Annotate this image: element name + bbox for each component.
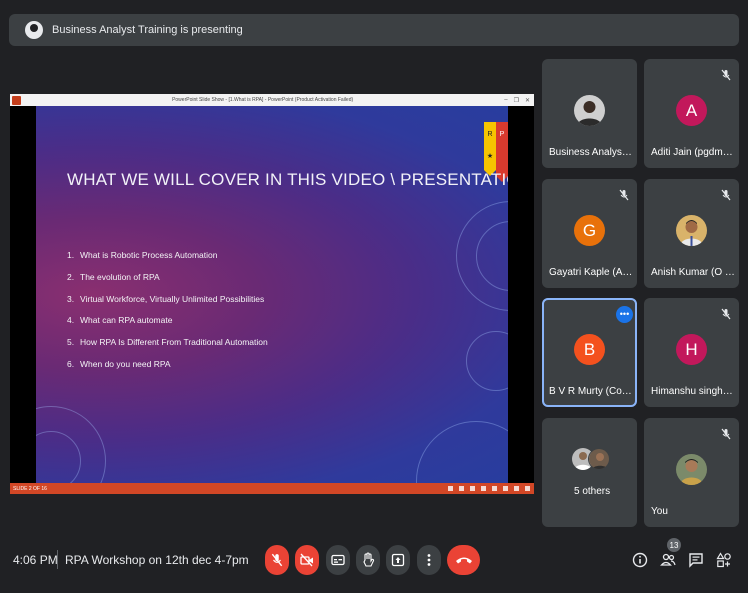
clock: 4:06 PM [13,553,58,567]
activities-button[interactable] [715,551,733,569]
status-icon [514,486,519,491]
participant-tile-self[interactable]: You [644,418,739,527]
leave-call-button[interactable] [447,545,480,575]
minimize-icon: – [504,96,508,103]
list-item: 3. Virtual Workforce, Virtually Unlimited… [67,293,265,304]
people-icon [660,553,676,566]
presenting-text: Business Analyst Training is presenting [52,24,243,36]
decor-ring [416,421,508,483]
participant-name: Himanshu singh (O... [651,386,735,397]
list-item: 1. What is Robotic Process Automation [67,250,218,260]
participant-name: You [651,506,668,517]
end-call-icon [455,557,472,564]
powerpoint-status-bar: SLIDE 2 OF 16 [10,483,534,494]
svg-text:★: ★ [487,152,493,160]
avatar: A [676,95,707,126]
status-icon [481,486,486,491]
camera-off-icon [300,553,313,567]
participant-name: Anish Kumar (O &... [651,267,735,278]
meet-window: Business Analyst Training is presenting … [0,0,748,593]
powerpoint-titlebar: PowerPoint Slide Show - [1.What is RPA] … [10,94,534,106]
mic-off-icon [721,428,731,440]
avatar: H [676,334,707,365]
status-icon [503,486,508,491]
raise-hand-button[interactable] [356,545,380,575]
camera-toggle-button[interactable] [295,545,319,575]
participant-tile[interactable]: A Aditi Jain (pgdm 2... [644,59,739,168]
participant-name: B V R Murty (Cons... [549,386,633,397]
present-icon [391,553,405,567]
list-item: 6. When do you need RPA [67,358,171,369]
meeting-details-button[interactable] [631,551,649,569]
participant-count-badge: 13 [667,538,681,552]
presenter-avatar-icon [25,21,43,39]
participant-tile[interactable]: Anish Kumar (O &... [644,179,739,288]
participant-photo [588,448,610,470]
status-icon [492,486,497,491]
participant-tile-others[interactable]: 5 others [542,418,637,527]
participant-name: Business Analyst Tr... [549,147,633,158]
participant-photo [676,215,707,246]
more-options-button[interactable] [417,545,441,575]
meeting-title: RPA Workshop on 12th dec 4-7pm [65,553,249,567]
info-icon [632,552,648,568]
powerpoint-logo-icon [12,95,21,105]
mic-off-icon [721,69,731,81]
participant-tile[interactable]: ••• B B V R Murty (Cons... [542,298,637,407]
people-button[interactable] [659,551,677,569]
slide: R P A ★ ★ WHAT WE WILL COVER IN THIS VID… [36,106,508,483]
mic-off-icon [721,308,731,320]
participant-name: Aditi Jain (pgdm 2... [651,147,735,158]
mic-off-icon [721,189,731,201]
decor-ring [466,331,508,391]
participant-tile[interactable]: H Himanshu singh (O... [644,298,739,407]
powerpoint-window-title: PowerPoint Slide Show - [1.What is RPA] … [172,97,354,103]
window-controls: – ❐ ✕ [504,97,530,104]
more-options-icon[interactable]: ••• [616,306,633,323]
chat-button[interactable] [687,551,705,569]
divider [57,550,58,569]
list-item: 4. What can RPA automate [67,315,173,326]
participant-photo [574,95,605,126]
close-icon: ✕ [524,97,530,104]
shared-screen: PowerPoint Slide Show - [1.What is RPA] … [10,94,534,494]
status-icon [525,486,530,491]
participant-tile[interactable]: Business Analyst Tr... [542,59,637,168]
slide-counter: SLIDE 2 OF 16 [13,485,47,492]
mic-off-icon [619,189,629,201]
status-icons [448,486,530,491]
status-icon [448,486,453,491]
list-item: 2. The evolution of RPA [67,271,160,282]
participant-name: 5 others [574,486,611,497]
more-options-icon [427,554,431,566]
logo-letter: P [500,131,505,138]
logo-letter: R [487,131,492,138]
chat-icon [689,553,703,568]
participant-photo [676,454,707,485]
presenting-banner: Business Analyst Training is presenting [9,14,739,46]
captions-button[interactable] [326,545,350,575]
slide-title: WHAT WE WILL COVER IN THIS VIDEO \ PRESE… [67,170,508,189]
activities-icon [716,552,731,568]
participant-name: Gayatri Kaple (Ass... [549,267,633,278]
status-icon [459,486,464,491]
participant-tile[interactable]: G Gayatri Kaple (Ass... [542,179,637,288]
avatar: G [574,215,605,246]
mic-toggle-button[interactable] [265,545,289,575]
avatar: B [574,334,605,365]
status-icon [470,486,475,491]
mic-off-icon [271,553,283,567]
captions-icon [331,554,345,566]
present-now-button[interactable] [386,545,410,575]
restore-icon: ❐ [513,97,519,104]
list-item: 5. How RPA Is Different From Traditional … [67,337,268,348]
raise-hand-icon [363,552,375,567]
slide-agenda-list: 1. What is Robotic Process Automation 2. T… [67,250,268,381]
